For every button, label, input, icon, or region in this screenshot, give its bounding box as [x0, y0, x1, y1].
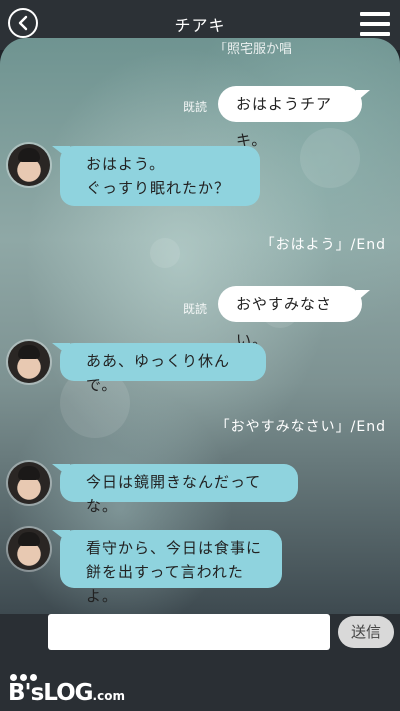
send-button[interactable]: 送信 [338, 616, 394, 648]
outgoing-message: おやすみなさい。 [218, 286, 370, 349]
incoming-message: 看守から、今日は食事に 餅を出すって言われたよ。 [52, 530, 282, 605]
avatar [8, 341, 50, 383]
cut-off-message: 「照宅服か唱 [214, 42, 293, 57]
outgoing-message: おはようチアキ。 [218, 86, 370, 149]
incoming-message: ああ、ゆっくり休んで。 [52, 343, 266, 394]
message-line: 今日は鏡開きなんだってな。 [86, 473, 262, 515]
incoming-message: 今日は鏡開きなんだってな。 [52, 464, 298, 515]
hamburger-menu-icon [360, 22, 390, 26]
message-line: おはよう。 [86, 155, 166, 173]
message-line: ぐっすり眠れたか？ [86, 179, 231, 197]
system-message: 「おはよう」/End [260, 237, 386, 253]
message-input[interactable] [48, 614, 330, 650]
logo-text: B'sLOG [8, 680, 94, 706]
background-bokeh [150, 238, 180, 268]
menu-button[interactable] [360, 12, 390, 36]
hamburger-menu-icon [360, 32, 390, 36]
message-line: 看守から、今日は食事に [86, 539, 263, 557]
incoming-message: おはよう。 ぐっすり眠れたか？ [52, 146, 260, 206]
message-line: ああ、ゆっくり休んで。 [86, 352, 231, 394]
avatar [8, 462, 50, 504]
background-bokeh [300, 128, 360, 188]
read-receipt: 既読 [183, 100, 208, 114]
chat-thread[interactable]: 「照宅服か唱 既読 おはようチアキ。 おはよう。 ぐっすり眠れたか？ 「おはよう… [0, 38, 400, 614]
chat-title: チアキ [174, 16, 226, 35]
avatar [8, 144, 50, 186]
logo-suffix: .com [92, 689, 125, 703]
message-line: 餅を出すって言われたよ。 [86, 563, 244, 605]
watermark-logo: B'sLOG.com [8, 674, 138, 708]
avatar [8, 528, 50, 570]
hamburger-menu-icon [360, 12, 390, 16]
composer-bar: 送信 B'sLOG.com [0, 614, 400, 711]
system-message: 「おやすみなさい」/End [215, 419, 386, 435]
read-receipt: 既読 [183, 302, 208, 316]
